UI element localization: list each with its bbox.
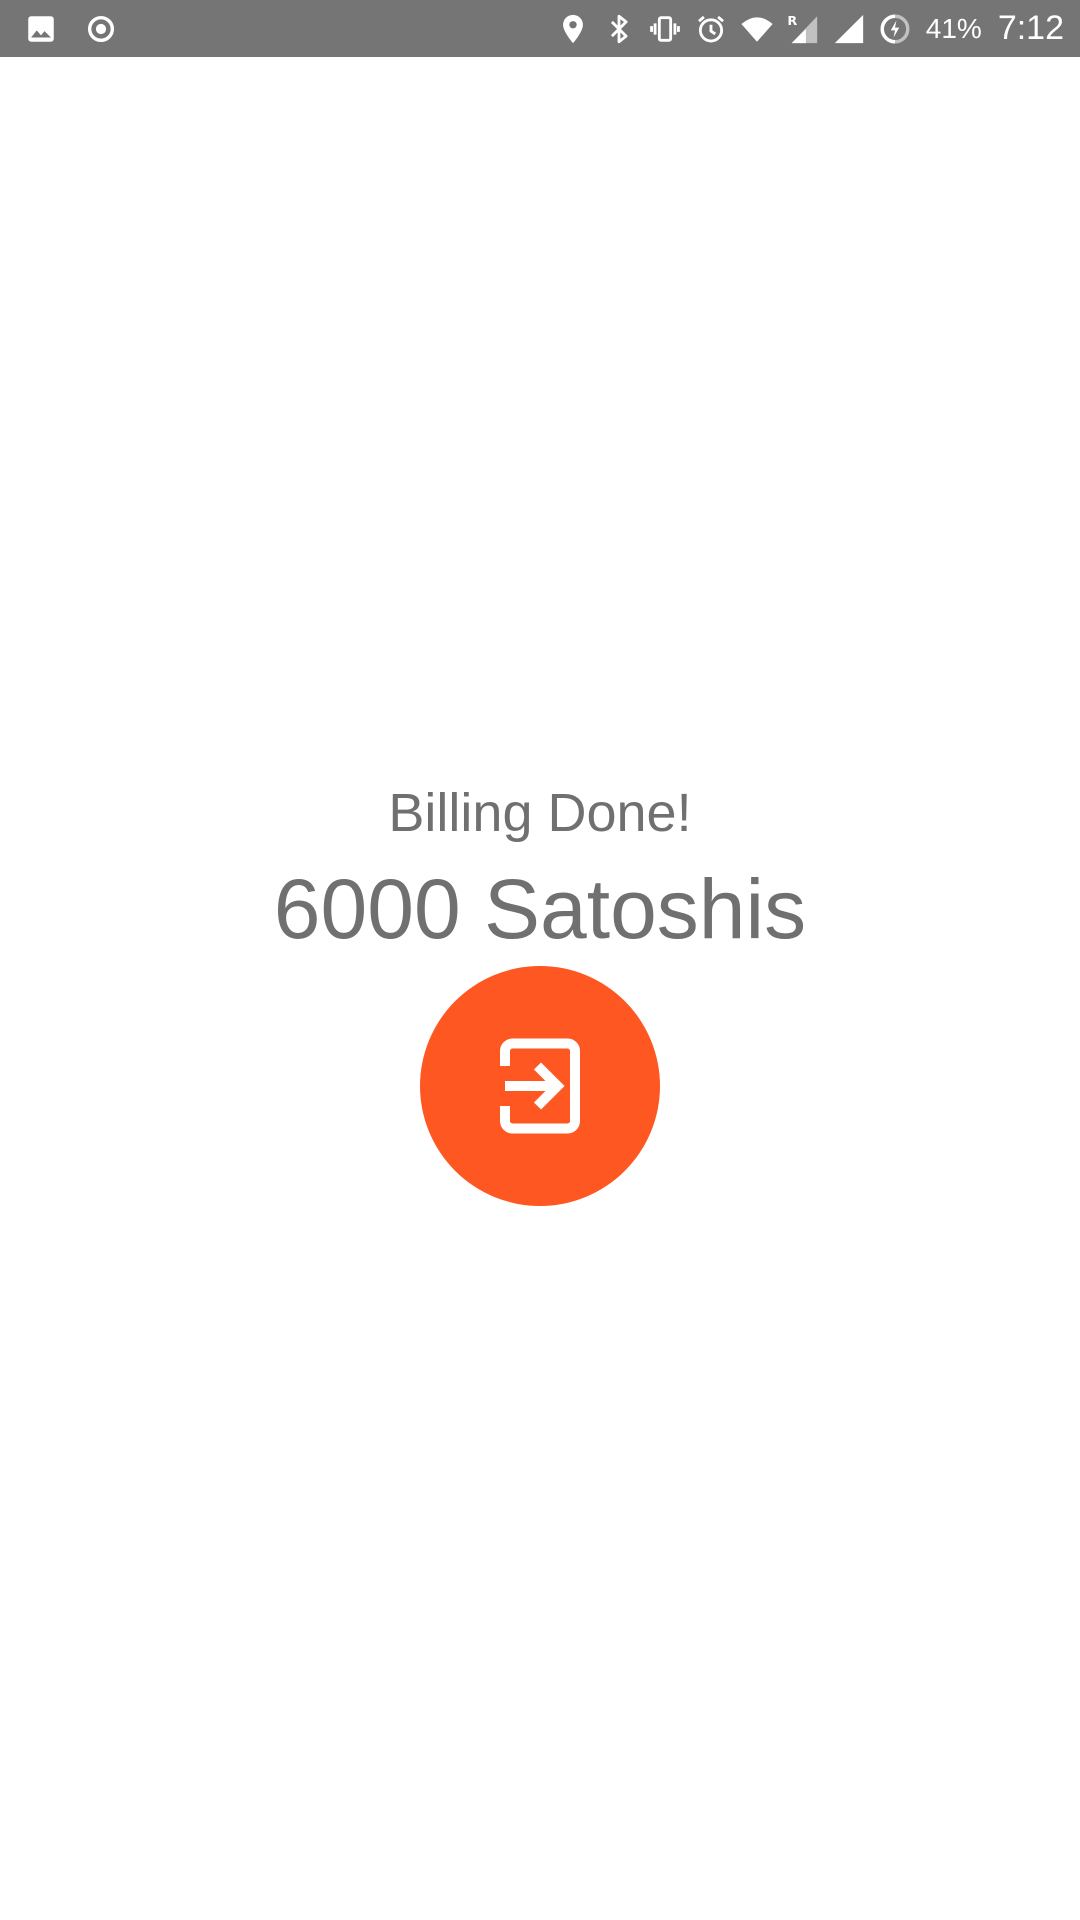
image-icon — [24, 12, 58, 46]
signal-icon — [832, 12, 866, 46]
bluetooth-icon — [602, 12, 636, 46]
alarm-icon — [694, 12, 728, 46]
exit-button[interactable] — [420, 966, 660, 1206]
vibrate-icon — [648, 12, 682, 46]
record-icon — [84, 12, 118, 46]
clock: 7:12 — [997, 9, 1064, 47]
status-bar: R 41% 7:12 — [0, 0, 1080, 57]
battery-charging-icon — [878, 12, 912, 46]
wifi-icon — [740, 12, 774, 46]
roaming-signal-icon: R — [786, 12, 820, 46]
exit-to-app-icon — [480, 1026, 600, 1146]
location-icon — [556, 12, 590, 46]
battery-percent: 41% — [925, 12, 982, 44]
screen: R 41% 7:12 Billing Done! 6000 Satoshis — [0, 0, 1080, 1920]
roaming-label: R — [787, 13, 797, 28]
billing-title: Billing Done! — [388, 783, 692, 843]
status-bar-left — [24, 0, 118, 57]
billing-amount: 6000 Satoshis — [273, 862, 807, 956]
billing-summary: Billing Done! 6000 Satoshis — [0, 775, 1080, 961]
status-bar-right: R 41% 7:12 — [556, 0, 1064, 57]
